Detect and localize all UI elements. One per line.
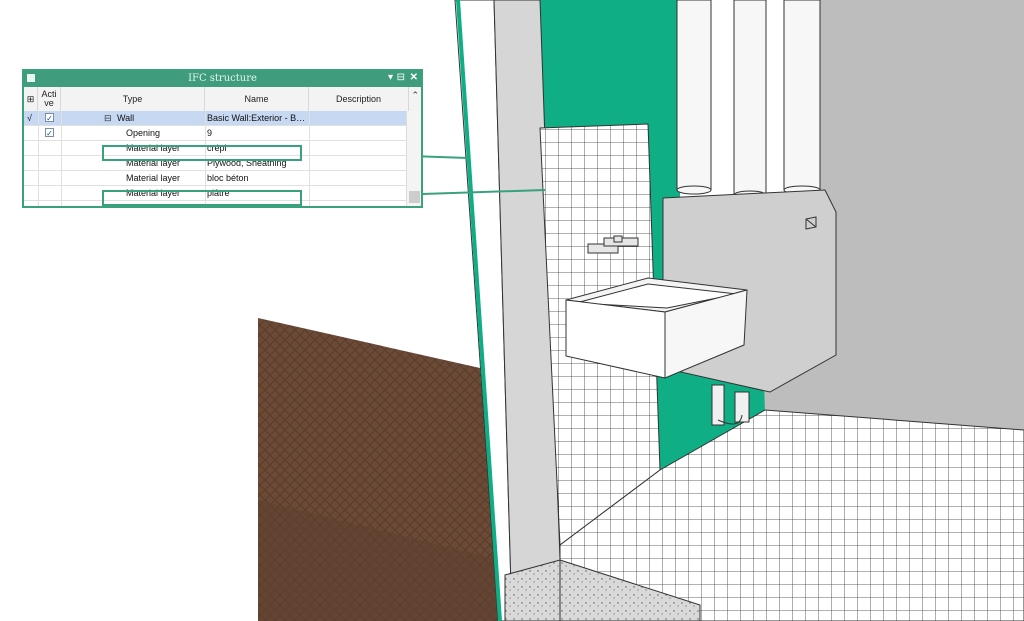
active-checkbox[interactable]: ✓ <box>45 128 54 138</box>
ifc-structure-panel[interactable]: IFC structure ▾ ⊟ ✕ ⊞ Acti ve Type Name … <box>22 69 423 208</box>
row-name: Basic Wall:Exterior - B… <box>207 113 306 123</box>
row-name: bloc béton <box>207 173 249 183</box>
table-header: ⊞ Acti ve Type Name Description <box>24 87 421 112</box>
column-divider <box>61 111 62 206</box>
row-type: Wall <box>117 113 135 123</box>
row-type: Material layer <box>126 173 181 183</box>
column-type[interactable]: Type <box>61 87 205 111</box>
active-checkbox[interactable]: ✓ <box>45 113 54 123</box>
scroll-up-icon[interactable]: ⌃ <box>411 90 419 101</box>
table-row[interactable]: Material layer bloc béton <box>24 171 408 186</box>
panel-title: IFC structure <box>188 73 257 84</box>
row-mark: √ <box>27 113 32 123</box>
table-row[interactable]: √ ✓ ⊟ Wall Basic Wall:Exterior - B… <box>24 111 408 126</box>
vertical-pipes <box>676 0 821 200</box>
row-type: Opening <box>126 128 161 138</box>
dropdown-icon[interactable]: ▾ <box>388 72 393 83</box>
close-icon[interactable]: ✕ <box>410 72 418 83</box>
column-divider <box>38 111 39 206</box>
highlight-crepi-row <box>102 145 302 161</box>
panel-titlebar[interactable]: IFC structure ▾ ⊟ ✕ <box>24 71 421 87</box>
highlight-platre-row <box>102 190 302 206</box>
vertical-scrollbar[interactable] <box>406 111 421 206</box>
filter-icon[interactable]: ⊞ <box>24 87 38 111</box>
row-name: 9 <box>207 128 213 138</box>
column-name[interactable]: Name <box>205 87 309 111</box>
column-divider <box>309 111 310 206</box>
column-description[interactable]: Description <box>309 87 409 111</box>
table-row[interactable]: ✓ Opening 9 <box>24 126 408 141</box>
column-active[interactable]: Acti ve <box>38 87 61 111</box>
dock-icon[interactable]: ⊟ <box>397 72 405 83</box>
brown-floor-slab <box>258 318 500 621</box>
scrollbar-thumb[interactable] <box>409 191 420 203</box>
collapse-icon[interactable]: ⊟ <box>104 111 112 125</box>
